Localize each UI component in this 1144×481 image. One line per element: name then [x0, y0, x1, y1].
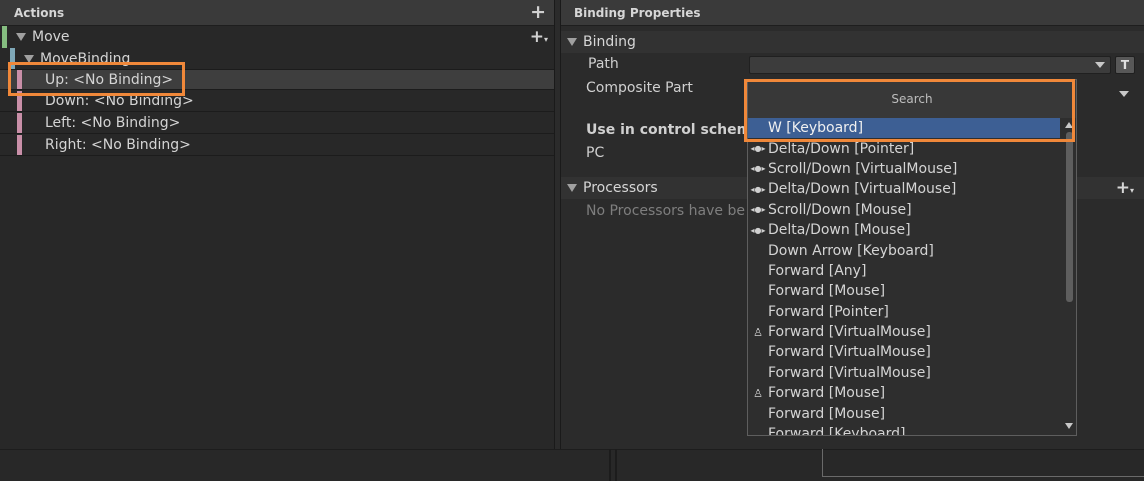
properties-header: Binding Properties: [561, 0, 1144, 26]
gamepad-icon: ◂●▸: [750, 164, 766, 174]
dropdown-item[interactable]: Forward [Any]: [748, 261, 1060, 281]
part-color-bar: [17, 113, 22, 133]
text-mode-button[interactable]: T: [1115, 56, 1135, 74]
composite-part-label: Composite Part: [586, 80, 693, 96]
dropdown-item[interactable]: ♙ Forward [VirtualMouse]: [748, 322, 1060, 342]
dropdown-item-label: Forward [Keyboard]: [768, 426, 906, 436]
dropdown-item[interactable]: Forward [VirtualMouse]: [748, 363, 1060, 383]
gamepad-icon: ◂●▸: [750, 184, 766, 194]
dropdown-item-label: Scroll/Down [VirtualMouse]: [768, 160, 958, 177]
dropdown-item[interactable]: ◂●▸ Delta/Down [VirtualMouse]: [748, 179, 1060, 199]
dropdown-item[interactable]: ♙ Forward [Mouse]: [748, 383, 1060, 403]
processors-empty-text: No Processors have be: [586, 203, 745, 219]
gamepad-icon: ◂●▸: [750, 225, 766, 235]
joystick-icon: ♙: [753, 325, 763, 339]
gamepad-icon: ◂●▸: [750, 205, 766, 215]
expand-triangle-icon[interactable]: [16, 33, 26, 41]
action-label: Move: [32, 29, 70, 45]
dropdown-list: W [Keyboard] ◂●▸ Delta/Down [Pointer] ◂●▸ Sc…: [748, 118, 1060, 435]
dropdown-item-label: Forward [Pointer]: [768, 303, 889, 320]
action-row-move[interactable]: Move +▾: [0, 26, 554, 48]
plus-dropdown-icon[interactable]: +▾: [530, 27, 548, 47]
scroll-thumb[interactable]: [1066, 132, 1073, 302]
dropdown-item[interactable]: Down Arrow [Keyboard]: [748, 240, 1060, 260]
dropdown-item-label: Down Arrow [Keyboard]: [768, 242, 934, 259]
highlight-search-result: [744, 79, 1075, 142]
path-dropdown[interactable]: [749, 56, 1111, 74]
actions-header: Actions +: [0, 0, 554, 26]
path-label: Path: [588, 56, 619, 72]
part-color-bar: [17, 135, 22, 155]
dropdown-item[interactable]: ◂●▸ Delta/Down [Mouse]: [748, 220, 1060, 240]
plus-dropdown-icon[interactable]: +▾: [1116, 178, 1134, 198]
binding-section-label: Binding: [583, 34, 636, 50]
gamepad-icon: ◂●▸: [750, 144, 766, 154]
expand-triangle-icon[interactable]: [567, 184, 577, 192]
processors-section-label: Processors: [583, 180, 658, 196]
dropdown-item-label: Forward [Mouse]: [768, 283, 886, 300]
dropdown-item-label: Forward [Any]: [768, 262, 867, 279]
dropdown-item[interactable]: Forward [VirtualMouse]: [748, 342, 1060, 362]
dropdown-item-label: Delta/Down [VirtualMouse]: [768, 181, 957, 198]
dropdown-item-label: Forward [VirtualMouse]: [768, 324, 931, 341]
scheme-pc-label[interactable]: PC: [586, 145, 604, 161]
control-schemes-label: Use in control scheme: [586, 122, 761, 138]
bottom-box: [822, 449, 1144, 477]
dropdown-item[interactable]: ◂●▸ Scroll/Down [VirtualMouse]: [748, 159, 1060, 179]
chevron-down-icon: [1119, 91, 1129, 97]
highlight-up-binding: [8, 62, 185, 96]
actions-title: Actions: [14, 5, 65, 20]
binding-label: Left: <No Binding>: [45, 115, 181, 131]
dropdown-item[interactable]: Forward [Pointer]: [748, 302, 1060, 322]
expand-triangle-icon[interactable]: [567, 38, 577, 46]
plus-icon[interactable]: +: [530, 1, 546, 23]
dropdown-item-label: Forward [VirtualMouse]: [768, 364, 931, 381]
divider: [609, 449, 611, 481]
binding-section-header[interactable]: Binding: [561, 31, 1144, 53]
binding-row-right[interactable]: Right: <No Binding>: [0, 135, 554, 156]
scrollbar[interactable]: [1062, 118, 1076, 435]
dropdown-item-label: Forward [VirtualMouse]: [768, 344, 931, 361]
dropdown-item-label: Scroll/Down [Mouse]: [768, 201, 912, 218]
dropdown-item[interactable]: Forward [Mouse]: [748, 281, 1060, 301]
divider: [615, 449, 617, 481]
properties-title: Binding Properties: [574, 5, 701, 20]
binding-row-left[interactable]: Left: <No Binding>: [0, 113, 554, 134]
action-color-bar: [2, 26, 7, 48]
dropdown-item-label: Forward [Mouse]: [768, 385, 886, 402]
dropdown-item[interactable]: Forward [Keyboard]: [748, 424, 1060, 436]
chevron-down-icon: [1095, 62, 1105, 68]
binding-label: Right: <No Binding>: [45, 137, 191, 153]
dropdown-item-label: Delta/Down [Mouse]: [768, 222, 911, 239]
dropdown-item-label: Delta/Down [Pointer]: [768, 140, 915, 157]
dropdown-item-label: Forward [Mouse]: [768, 405, 886, 422]
joystick-icon: ♙: [753, 386, 763, 400]
dropdown-item[interactable]: Forward [Mouse]: [748, 403, 1060, 423]
scroll-down-arrow-icon[interactable]: [1065, 423, 1073, 429]
dropdown-item[interactable]: ◂●▸ Scroll/Down [Mouse]: [748, 200, 1060, 220]
composite-part-dropdown[interactable]: [1110, 85, 1134, 103]
